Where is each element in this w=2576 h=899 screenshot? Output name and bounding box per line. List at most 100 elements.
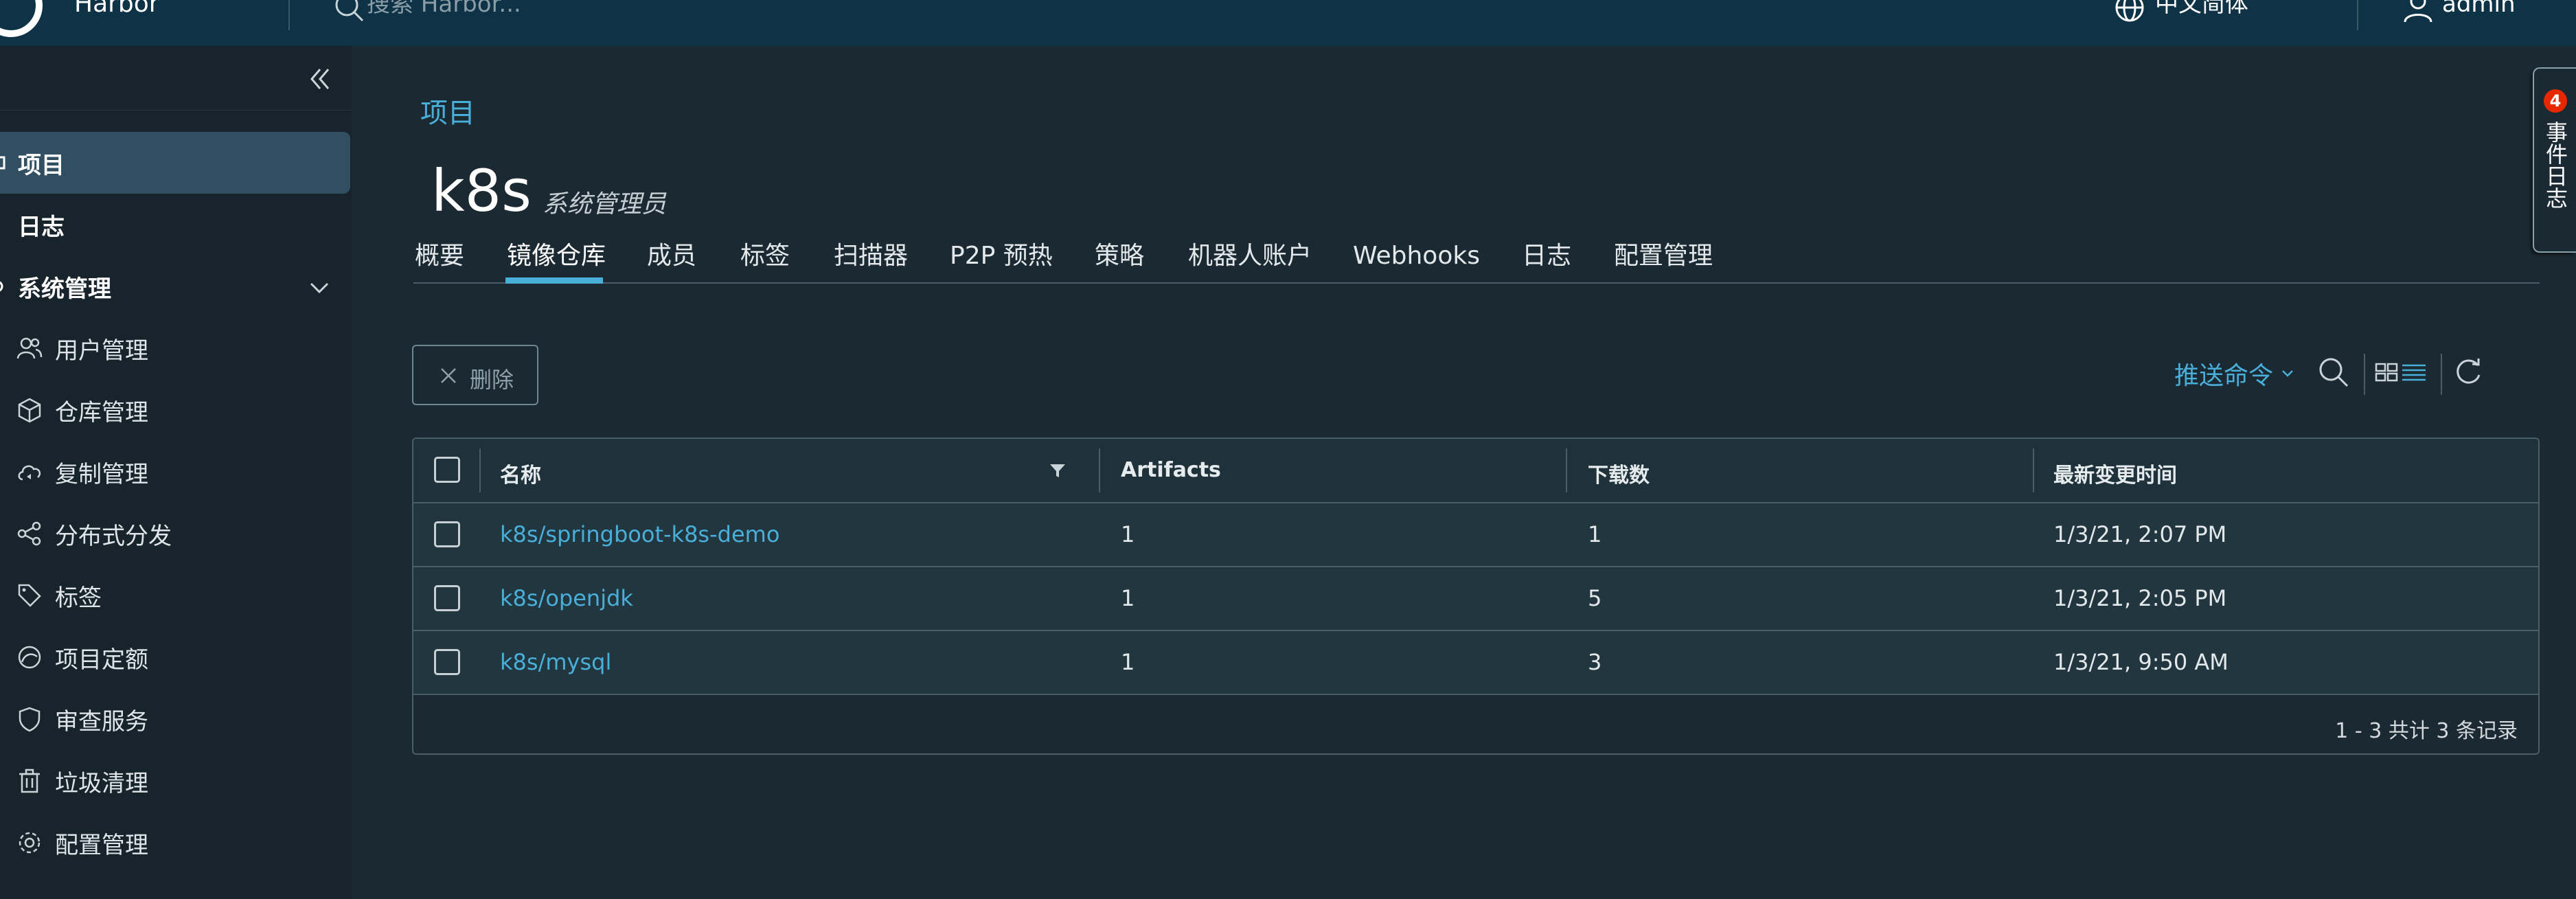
tab-p2p-preheat[interactable]: P2P 预热 xyxy=(950,237,1053,284)
globe-icon[interactable] xyxy=(2114,0,2145,23)
tab-scanners[interactable]: 扫描器 xyxy=(834,237,908,284)
push-command-button[interactable]: 推送命令 xyxy=(2174,356,2273,391)
row-checkbox[interactable] xyxy=(434,521,460,547)
download-count: 1 xyxy=(1588,521,1602,547)
tag-icon xyxy=(18,584,41,607)
column-header-name[interactable]: 名称 xyxy=(500,458,541,488)
select-all-checkbox[interactable] xyxy=(434,457,460,483)
sidebar-item-replications[interactable]: 复制管理 xyxy=(0,441,350,503)
share-icon xyxy=(17,521,41,546)
event-log-tab[interactable]: 4 事件日志 xyxy=(2533,67,2576,253)
chevron-down-icon[interactable] xyxy=(2280,365,2295,380)
sidebar-item-label: 垃圾清理 xyxy=(55,769,148,797)
tab-configuration[interactable]: 配置管理 xyxy=(1614,237,1713,284)
breadcrumb[interactable]: 项目 xyxy=(420,91,475,130)
column-header-updated[interactable]: 最新变更时间 xyxy=(2053,458,2177,488)
sidebar-item-label: 仓库管理 xyxy=(55,398,148,426)
gear-icon xyxy=(19,832,41,854)
sidebar-item-label: 复制管理 xyxy=(55,460,148,488)
tab-labels[interactable]: 标签 xyxy=(740,237,790,284)
sidebar-item-label: 配置管理 xyxy=(55,831,148,859)
column-divider xyxy=(2033,448,2034,492)
tab-policy[interactable]: 策略 xyxy=(1095,237,1144,284)
repository-link[interactable]: k8s/springboot-k8s-demo xyxy=(500,521,779,547)
table-row[interactable]: k8s/openjdk 1 5 1/3/21, 2:05 PM xyxy=(413,567,2538,631)
sidebar-item-label: 标签 xyxy=(55,584,102,612)
update-time: 1/3/21, 9:50 AM xyxy=(2053,649,2229,675)
sidebar-item-logs[interactable]: 日志 xyxy=(0,194,350,255)
sidebar-item-label: 项目定额 xyxy=(55,646,148,674)
row-checkbox[interactable] xyxy=(434,585,460,611)
header-divider xyxy=(2357,0,2358,30)
download-count: 3 xyxy=(1588,649,1602,675)
tab-webhooks[interactable]: Webhooks xyxy=(1353,237,1480,284)
card-list-view-icon[interactable] xyxy=(2375,356,2427,389)
trash-icon xyxy=(19,769,40,793)
sidebar-item-projects[interactable]: 项目 xyxy=(0,132,350,194)
artifacts-count: 1 xyxy=(1121,585,1135,611)
column-header-downloads[interactable]: 下载数 xyxy=(1588,458,1650,488)
row-checkbox[interactable] xyxy=(434,649,460,675)
repository-link[interactable]: k8s/openjdk xyxy=(500,585,633,611)
toolbar-divider xyxy=(2441,354,2442,395)
chevron-down-icon[interactable] xyxy=(308,276,331,299)
search-icon[interactable] xyxy=(334,0,365,23)
column-header-artifacts[interactable]: Artifacts xyxy=(1121,458,1221,482)
project-icon xyxy=(0,156,5,170)
download-count: 5 xyxy=(1588,585,1602,611)
delete-button[interactable]: 删除 xyxy=(412,345,538,405)
brand-name[interactable]: Harbor xyxy=(74,0,159,18)
sidebar-item-label: 审查服务 xyxy=(55,707,148,736)
box-icon xyxy=(18,398,41,423)
repository-link[interactable]: k8s/mysql xyxy=(500,649,611,675)
pagination-summary: 1 - 3 共计 3 条记录 xyxy=(2335,719,2518,743)
repositories-table: 名称 Artifacts 下载数 最新变更时间 k8s/springboot-k… xyxy=(412,437,2540,755)
column-divider xyxy=(1566,448,1567,492)
tab-summary[interactable]: 概要 xyxy=(415,237,464,284)
tabs-divider xyxy=(413,282,2540,284)
harbor-logo-icon[interactable] xyxy=(0,0,43,37)
sidebar-item-label: 系统管理 xyxy=(18,275,111,303)
header-divider xyxy=(288,0,290,30)
sidebar-item-gc[interactable]: 垃圾清理 xyxy=(0,750,350,812)
sidebar-divider xyxy=(0,110,352,111)
table-header: 名称 Artifacts 下载数 最新变更时间 xyxy=(413,439,2538,503)
tab-logs[interactable]: 日志 xyxy=(1522,237,1571,284)
sidebar-item-users[interactable]: 用户管理 xyxy=(0,317,350,379)
user-icon[interactable] xyxy=(2402,0,2434,23)
refresh-icon[interactable] xyxy=(2452,356,2485,389)
sidebar-item-config[interactable]: 配置管理 xyxy=(0,812,350,874)
page-title: k8s xyxy=(431,157,532,225)
table-row[interactable]: k8s/springboot-k8s-demo 1 1 1/3/21, 2:07… xyxy=(413,503,2538,567)
update-time: 1/3/21, 2:05 PM xyxy=(2053,585,2227,611)
language-selector[interactable]: 中文简体 xyxy=(2155,0,2248,18)
sidebar-item-label: 项目 xyxy=(18,151,65,179)
event-log-label: 事件日志 xyxy=(2542,121,2568,209)
user-menu[interactable]: admin xyxy=(2442,0,2516,18)
search-icon[interactable] xyxy=(2317,356,2350,389)
sidebar-item-distribution[interactable]: 分布式分发 xyxy=(0,503,350,565)
filter-icon[interactable] xyxy=(1048,461,1067,480)
table-row[interactable]: k8s/mysql 1 3 1/3/21, 9:50 AM xyxy=(413,631,2538,695)
sidebar-item-labels[interactable]: 标签 xyxy=(0,565,350,626)
tab-repositories[interactable]: 镜像仓库 xyxy=(507,237,606,284)
sidebar-item-interrogation[interactable]: 审查服务 xyxy=(0,688,350,750)
sidebar-item-admin[interactable]: 系统管理 xyxy=(0,255,350,317)
sidebar-item-label: 日志 xyxy=(18,213,65,241)
quota-gauge-icon xyxy=(18,646,41,669)
delete-button-label: 删除 xyxy=(470,367,514,393)
users-icon xyxy=(16,337,43,359)
column-divider xyxy=(479,448,481,492)
cloud-sync-icon xyxy=(18,465,41,481)
tab-robot-accounts[interactable]: 机器人账户 xyxy=(1188,237,1312,284)
collapse-sidebar-icon[interactable] xyxy=(306,65,334,93)
tab-members[interactable]: 成员 xyxy=(647,237,696,284)
admin-icon xyxy=(0,281,3,292)
column-divider xyxy=(1099,448,1100,492)
sidebar-item-quotas[interactable]: 项目定额 xyxy=(0,626,350,688)
project-tabs: 概要 镜像仓库 成员 标签 扫描器 P2P 预热 策略 机器人账户 Webhoo… xyxy=(413,237,2540,284)
sidebar-item-registries[interactable]: 仓库管理 xyxy=(0,379,350,441)
global-search-input[interactable]: 搜索 Harbor... xyxy=(367,0,521,18)
close-icon xyxy=(441,368,456,383)
shield-icon xyxy=(19,707,41,732)
